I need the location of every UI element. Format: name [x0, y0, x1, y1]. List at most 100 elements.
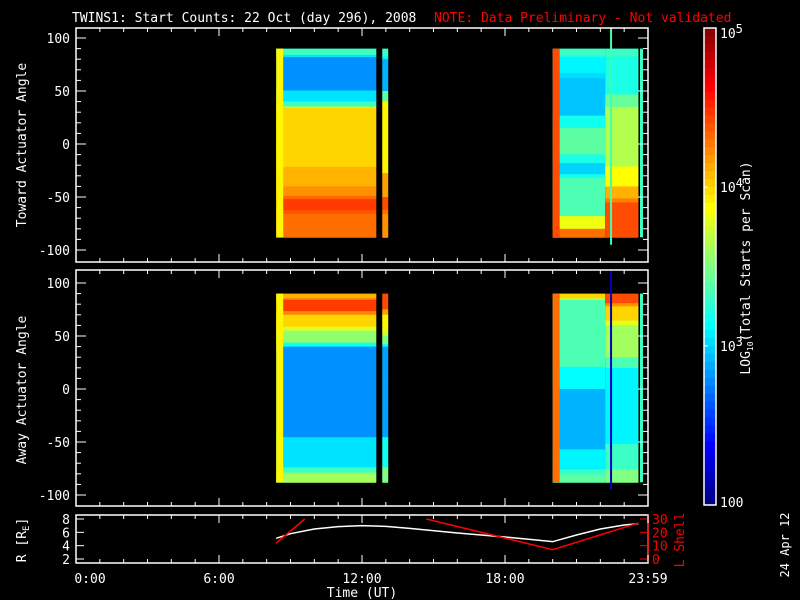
heatmap-cell: [552, 190, 606, 204]
y-tick-label: 0: [62, 138, 70, 153]
colorbar-swatch: [704, 210, 716, 220]
colorbar-swatch: [704, 139, 716, 148]
heatmap-cell: [276, 299, 377, 305]
heatmap-cell: [276, 147, 377, 168]
colorbar-swatch: [704, 107, 716, 117]
heatmap-cell: [382, 91, 389, 103]
heatmap-cell: [382, 125, 389, 150]
heatmap-cell: [276, 127, 377, 148]
heatmap-cell: [382, 205, 389, 211]
colorbar-swatch: [704, 401, 716, 411]
heatmap-cell: [552, 90, 606, 104]
colorbar-swatch: [704, 473, 716, 482]
heatmap-cell: [276, 322, 377, 328]
colorbar-swatch: [704, 409, 716, 419]
heatmap-cell: [382, 213, 389, 221]
heatmap-cell: [552, 299, 606, 323]
colorbar-swatch: [704, 131, 716, 140]
toward-ylabel: Toward Actuator Angle: [15, 63, 30, 228]
heatmap-cell: [276, 79, 377, 91]
xlabel: Time (UT): [327, 586, 397, 600]
colorbar-swatch: [704, 385, 716, 395]
y2-tick-label: 0: [652, 553, 660, 568]
x-tick-label: 6:00: [203, 572, 234, 587]
heatmap-cell: [276, 107, 377, 129]
heatmap-cell: [552, 136, 606, 147]
heatmap-cell: [552, 216, 606, 230]
heatmap-cell: [382, 219, 389, 227]
background: [0, 0, 800, 600]
colorbar-swatch: [704, 99, 716, 109]
heatmap-cell: [552, 62, 606, 69]
colorbar-swatch: [704, 489, 716, 498]
colorbar-swatch: [704, 163, 716, 172]
heatmap-cell: [276, 186, 377, 191]
heatmap-cell: [276, 338, 377, 344]
heatmap-cell: [552, 57, 606, 63]
colorbar-swatch: [704, 83, 716, 93]
x-tick-label: 12:00: [342, 572, 381, 587]
colorbar-swatch: [704, 67, 716, 77]
colorbar-swatch: [704, 457, 716, 466]
heatmap-cell: [382, 80, 389, 92]
colorbar-swatch: [704, 449, 716, 458]
heatmap-cell: [552, 67, 606, 74]
orbit-ylabel: R [RE]: [15, 518, 32, 563]
heatmap-cell: [382, 201, 389, 206]
heatmap-cell: [276, 437, 377, 468]
heatmap-cell: [382, 320, 389, 326]
colorbar-swatch: [704, 242, 716, 252]
colorbar-swatch: [704, 250, 716, 260]
heatmap-cell: [276, 210, 377, 215]
colorbar-tick-base: 100: [720, 496, 743, 511]
x-tick-label: 23:59: [628, 572, 667, 587]
colorbar-tick-exp: 5: [736, 22, 743, 36]
y-tick-label: -50: [47, 436, 70, 451]
heatmap-edge-column: [552, 293, 560, 483]
heatmap-cell: [276, 342, 377, 348]
heatmap-cell: [276, 225, 377, 232]
heatmap-cell: [382, 407, 389, 438]
heatmap-cell: [552, 203, 606, 217]
colorbar-tick-base: 10: [720, 181, 736, 196]
heatmap-cell: [382, 293, 389, 300]
heatmap-cell: [552, 128, 606, 138]
colorbar-swatch: [704, 417, 716, 427]
heatmap-cell: [276, 219, 377, 227]
heatmap-cell: [552, 170, 606, 175]
heatmap-cell: [382, 346, 389, 378]
heatmap-cell: [382, 309, 389, 316]
colorbar-tick-base: 10: [720, 27, 736, 42]
heatmap-cell: [552, 322, 606, 345]
heatmap-cell: [276, 57, 377, 69]
heatmap-cell: [382, 197, 389, 202]
colorbar-swatch: [704, 361, 716, 371]
colorbar-swatch: [704, 43, 716, 53]
heatmap-cell: [552, 480, 606, 483]
heatmap-cell: [552, 174, 606, 179]
heatmap-cell: [382, 474, 389, 480]
heatmap-cell: [276, 199, 377, 204]
colorbar-swatch: [704, 115, 716, 124]
colorbar-swatch: [704, 433, 716, 442]
heatmap-cell: [382, 304, 389, 310]
heatmap-cell: [552, 449, 606, 471]
heatmap-cell: [382, 376, 389, 408]
heatmap-cell: [276, 326, 377, 332]
colorbar-tick-base: 10: [720, 340, 736, 355]
colorbar-swatch: [704, 155, 716, 164]
y-tick-label: 100: [47, 32, 70, 47]
heatmap-edge-strip: [640, 48, 643, 238]
colorbar-swatch: [704, 226, 716, 236]
colorbar-swatch: [704, 425, 716, 435]
colorbar-swatch: [704, 282, 716, 291]
heatmap-cell: [382, 298, 389, 305]
x-tick-label: 18:00: [485, 572, 524, 587]
heatmap-edge-column: [552, 48, 560, 238]
heatmap-cell: [382, 101, 389, 126]
colorbar-swatch: [704, 274, 716, 283]
y-tick-label: 0: [62, 383, 70, 398]
colorbar-swatch: [704, 481, 716, 490]
heatmap-cell: [276, 346, 377, 378]
colorbar-swatch: [704, 234, 716, 244]
